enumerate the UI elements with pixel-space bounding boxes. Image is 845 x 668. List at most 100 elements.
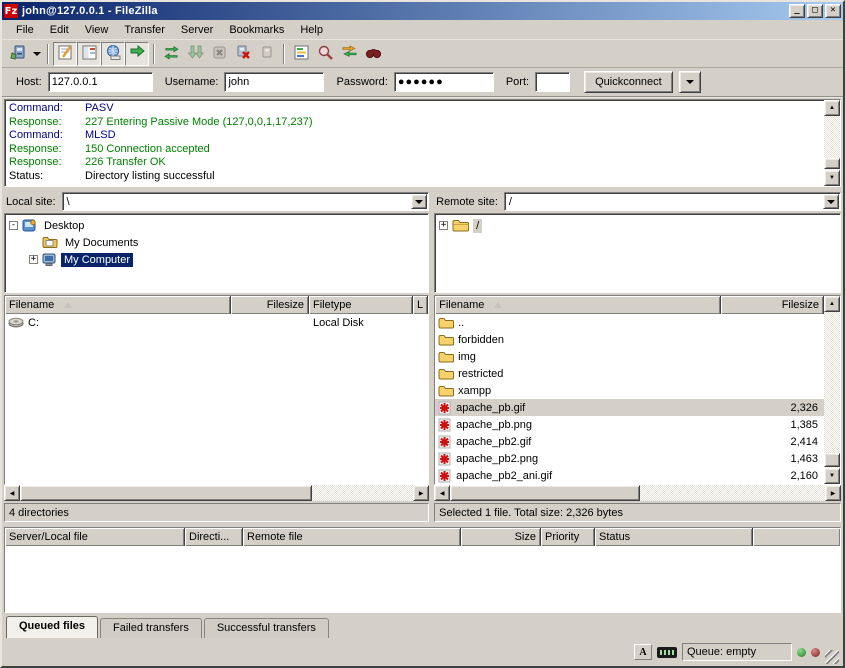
column-remote-file[interactable]: Remote file: [243, 528, 461, 546]
local-site-combo[interactable]: \: [62, 192, 430, 211]
cancel-icon: [212, 45, 227, 63]
remote-file-row[interactable]: apache_pb2.png 1,463: [435, 450, 824, 467]
remote-file-row-selected[interactable]: apache_pb.gif 2,326: [435, 399, 824, 416]
speed-limits-icon[interactable]: [657, 647, 677, 658]
menu-server[interactable]: Server: [173, 22, 221, 38]
remote-vscrollbar[interactable]: ▲ ▼: [824, 296, 840, 484]
toolbar-separator: [283, 44, 285, 64]
column-filetype[interactable]: Filetype: [309, 296, 413, 314]
remote-file-row[interactable]: apache_pb.png 1,385: [435, 416, 824, 433]
remote-file-row[interactable]: xampp: [435, 382, 824, 399]
scroll-up-icon[interactable]: ▲: [824, 100, 840, 116]
file-name: apache_pb.gif: [456, 402, 525, 414]
toggle-transfer-queue-button[interactable]: [125, 42, 149, 66]
menu-help[interactable]: Help: [292, 22, 331, 38]
process-queue-button[interactable]: [183, 42, 207, 66]
folder-icon: [438, 334, 454, 346]
site-manager-dropdown[interactable]: [30, 42, 43, 66]
local-hscrollbar[interactable]: ◀ ▶: [4, 485, 429, 501]
close-button[interactable]: ✕: [825, 4, 841, 18]
column-status[interactable]: Status: [595, 528, 753, 546]
column-filesize[interactable]: Filesize: [231, 296, 309, 314]
remote-site-dropdown[interactable]: [823, 194, 839, 209]
local-site-dropdown[interactable]: [411, 194, 427, 209]
remote-file-row[interactable]: ..: [435, 314, 824, 331]
collapse-icon[interactable]: -: [9, 221, 18, 230]
column-server-local-file[interactable]: Server/Local file: [5, 528, 185, 546]
menu-file[interactable]: File: [8, 22, 42, 38]
reconnect-button[interactable]: [255, 42, 279, 66]
tab-failed-transfers[interactable]: Failed transfers: [100, 618, 202, 638]
filter-button[interactable]: [289, 42, 313, 66]
disconnect-button[interactable]: [231, 42, 255, 66]
queue-body[interactable]: [5, 546, 840, 612]
tab-queued-files[interactable]: Queued files: [6, 616, 98, 638]
tree-item-desktop[interactable]: - Desktop: [9, 217, 428, 234]
titlebar[interactable]: Fz john@127.0.0.1 - FileZilla _ □ ✕: [2, 2, 843, 20]
log-scroll-thumb[interactable]: [824, 158, 840, 169]
remote-file-row[interactable]: restricted: [435, 365, 824, 382]
scroll-left-icon[interactable]: ◀: [4, 485, 20, 501]
scroll-down-icon[interactable]: ▼: [824, 468, 840, 484]
expand-icon[interactable]: +: [29, 255, 38, 264]
refresh-button[interactable]: [159, 42, 183, 66]
username-input[interactable]: [224, 72, 324, 92]
menu-view[interactable]: View: [77, 22, 117, 38]
menu-edit[interactable]: Edit: [42, 22, 77, 38]
comparison-icon: [317, 44, 334, 64]
transfer-queue-icon: [129, 44, 146, 64]
tree-item-my-computer[interactable]: + My Computer: [9, 251, 428, 268]
scroll-up-icon[interactable]: ▲: [824, 296, 840, 312]
remote-site-combo[interactable]: /: [504, 192, 841, 211]
host-input[interactable]: [48, 72, 153, 92]
minimize-button[interactable]: _: [789, 4, 805, 18]
transfer-type-icon[interactable]: A: [634, 644, 652, 660]
resize-grip[interactable]: [825, 650, 839, 664]
column-lastmodified[interactable]: L: [413, 296, 428, 314]
remote-hscroll-thumb[interactable]: [450, 485, 640, 501]
tree-item-root[interactable]: + /: [439, 217, 840, 234]
local-hscroll-thumb[interactable]: [20, 485, 312, 501]
menu-transfer[interactable]: Transfer: [116, 22, 173, 38]
toggle-message-log-button[interactable]: [53, 42, 77, 66]
directory-comparison-button[interactable]: [313, 42, 337, 66]
toggle-remote-tree-button[interactable]: [101, 42, 125, 66]
column-direction[interactable]: Directi...: [185, 528, 243, 546]
folder-icon: [438, 368, 454, 380]
remote-file-row[interactable]: apache_pb2_ani.gif 2,160: [435, 467, 824, 484]
tree-item-my-documents[interactable]: My Documents: [9, 234, 428, 251]
column-filename[interactable]: Filename: [435, 296, 721, 314]
column-priority[interactable]: Priority: [541, 528, 595, 546]
site-manager-button[interactable]: [6, 42, 30, 66]
scroll-down-icon[interactable]: ▼: [824, 170, 840, 186]
remote-file-row[interactable]: img: [435, 348, 824, 365]
remote-vscroll-thumb[interactable]: [824, 453, 840, 467]
tree-item-label: My Documents: [62, 236, 141, 250]
cancel-operation-button[interactable]: [207, 42, 231, 66]
scroll-right-icon[interactable]: ▶: [825, 485, 841, 501]
scroll-left-icon[interactable]: ◀: [434, 485, 450, 501]
remote-hscrollbar[interactable]: ◀ ▶: [434, 485, 841, 501]
my-documents-icon: [42, 236, 58, 249]
find-files-button[interactable]: [361, 42, 385, 66]
synchronized-browsing-button[interactable]: [337, 42, 361, 66]
local-file-row[interactable]: C: Local Disk: [5, 314, 428, 331]
expand-icon[interactable]: +: [439, 221, 448, 230]
port-input[interactable]: [535, 72, 570, 92]
maximize-button[interactable]: □: [807, 4, 823, 18]
remote-file-row[interactable]: apache_pb2.gif 2,414: [435, 433, 824, 450]
column-filename[interactable]: Filename: [5, 296, 231, 314]
quickconnect-dropdown[interactable]: [679, 71, 701, 93]
password-input[interactable]: [394, 72, 494, 92]
menu-bookmarks[interactable]: Bookmarks: [221, 22, 292, 38]
column-filesize[interactable]: Filesize: [721, 296, 824, 314]
binoculars-icon: [365, 44, 382, 64]
column-size[interactable]: Size: [461, 528, 541, 546]
tab-successful-transfers[interactable]: Successful transfers: [204, 618, 329, 638]
remote-file-row[interactable]: forbidden: [435, 331, 824, 348]
quickconnect-button[interactable]: Quickconnect: [584, 71, 673, 93]
scroll-right-icon[interactable]: ▶: [413, 485, 429, 501]
local-tree: - Desktop My Documents + My Computer: [4, 213, 429, 293]
toggle-local-tree-button[interactable]: [77, 42, 101, 66]
log-scrollbar[interactable]: ▲ ▼: [824, 100, 840, 186]
